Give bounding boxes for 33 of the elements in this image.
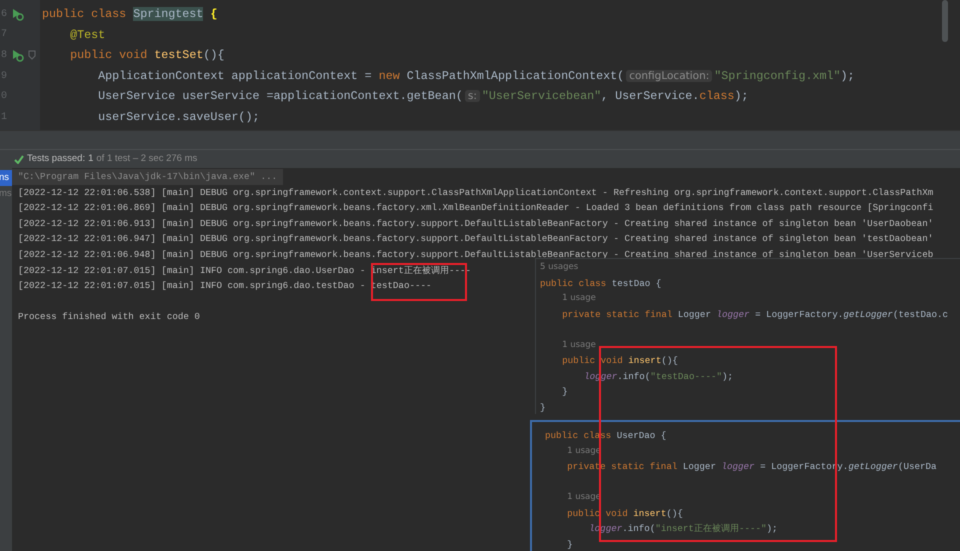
test-count: 1 [88, 152, 94, 166]
code-line: public void insert(){ [562, 354, 678, 368]
run-icon[interactable] [10, 7, 24, 22]
code-line: @Test [70, 26, 106, 44]
usage-hint[interactable]: 1 usage [562, 291, 596, 306]
usage-hint[interactable]: 1 usage [562, 338, 596, 353]
console-line: [2022-12-12 22:01:06.869] [main] DEBUG org.springframework.beans.factory.xml.XmlBeanDefinitionReader - Loaded 3 bean definitions from class path resource [Springconfi [17, 201, 934, 216]
usage-hint[interactable]: 5 usages [540, 260, 578, 276]
code-line: public class Springtest { [42, 6, 218, 23]
console-line: [2022-12-12 22:01:06.913] [main] DEBUG org.springframework.beans.factory.support.DefaultListableBeanFactory - Creating shared instance of singleton bean 'UserDaobean' [17, 216, 934, 231]
console-line: [2022-12-12 22:01:07.015] [main] INFO com.spring6.dao.UserDao - insert正在被调用---- [17, 264, 472, 278]
code-line: ApplicationContext applicationContext = new ClassPathXmlApplicationContext( configLocation: "Springconfig.xml"); [98, 68, 855, 85]
tree-item[interactable]: ns [0, 170, 12, 186]
code-line: userService.saveUser(); [98, 108, 260, 126]
code-line: public void testSet(){ [70, 47, 224, 64]
console-line: [2022-12-12 22:01:07.015] [main] INFO com.spring6.dao.testDao - testDao---- [17, 279, 433, 294]
scrollbar-drawing[interactable] [942, 0, 948, 42]
code-line: public class testDao { [540, 276, 662, 290]
code-line: } [562, 385, 568, 399]
console-line: Process finished with exit code 0 [17, 310, 201, 324]
console-line: [2022-12-12 22:01:06.538] [main] DEBUG org.springframework.context.support.ClassPathXmlApplicationContext - Refreshing org.springframework.context.support.ClassPathXm [17, 186, 934, 200]
tree-item[interactable]: ms [0, 186, 12, 201]
console-line: [2022-12-12 22:01:06.947] [main] DEBUG org.springframework.beans.factory.support.DefaultListableBeanFactory - Creating shared instance of singleton bean 'testDaobean' [17, 232, 934, 246]
code-line: UserService userService =applicationContext.getBean( s: "UserServicebean", UserService.class); [98, 88, 748, 106]
test-status-label: Tests passed: [27, 152, 86, 166]
code-line: } [540, 400, 546, 414]
code-line: public void insert(){ [567, 506, 683, 520]
code-line: } [567, 538, 573, 551]
console-line: [2022-12-12 22:01:06.948] [main] DEBUG org.springframework.beans.factory.support.DefaultListableBeanFactory - Creating shared instance of singleton bean 'UserServiceb [17, 248, 934, 262]
test-status-detail: of 1 test – 2 sec 276 ms [96, 152, 198, 166]
fold-icon[interactable] [28, 50, 36, 60]
run-icon[interactable] [10, 48, 24, 62]
code-line: private static final Logger logger = LoggerFactory.getLogger(testDao.c [562, 308, 948, 322]
